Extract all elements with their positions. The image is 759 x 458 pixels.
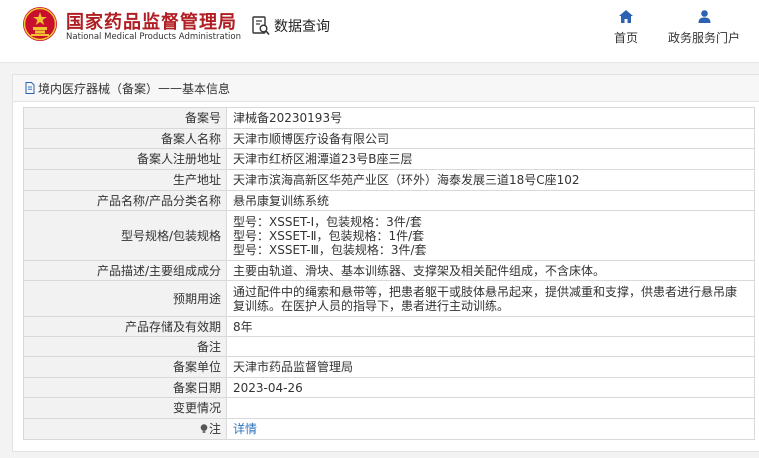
row-label: 备案日期 (23, 377, 227, 398)
model-spec-value: 型号：XSSET-Ⅰ，包装规格：3件/套 型号：XSSET-Ⅱ，包装规格：1件/… (226, 210, 755, 261)
row-label: 预期用途 (23, 280, 227, 317)
intended-use-value: 通过配件中的绳索和悬带等，把患者躯干或肢体悬吊起来，提供减重和支撑，供患者进行悬… (226, 280, 755, 317)
row-label: 备案人名称 (23, 128, 227, 149)
table-row: 变更情况 (23, 397, 755, 419)
row-label: 产品存储及有效期 (23, 316, 227, 337)
model-spec-line: 型号：XSSET-Ⅰ，包装规格：3件/套 (233, 214, 422, 229)
national-emblem-icon[interactable] (22, 6, 58, 42)
table-row: 生产地址 天津市滨海高新区华苑产业区（环外）海泰发展三道18号C座102 (23, 169, 755, 191)
row-label: 备案号 (23, 107, 227, 129)
row-label: 产品名称/产品分类名称 (23, 190, 227, 211)
table-row: 备案号 津械备20230193号 (23, 107, 755, 129)
row-label: 型号规格/包装规格 (23, 210, 227, 261)
row-label: 备注 (23, 336, 227, 357)
table-row: 备注 (23, 336, 755, 357)
changes-value (226, 397, 755, 419)
home-icon (619, 10, 633, 23)
registrant-name-value: 天津市顺博医疗设备有限公司 (226, 128, 755, 149)
table-row: 预期用途 通过配件中的绳索和悬带等，把患者躯干或肢体悬吊起来，提供减重和支撑，供… (23, 280, 755, 317)
table-row: 备案人注册地址 天津市红桥区湘潭道23号B座三层 (23, 148, 755, 170)
registrant-address-value: 天津市红桥区湘潭道23号B座三层 (226, 148, 755, 170)
brand-title-en[interactable]: National Medical Products Administration (66, 32, 241, 42)
table-row: 型号规格/包装规格 型号：XSSET-Ⅰ，包装规格：3件/套 型号：XSSET-… (23, 210, 755, 261)
table-row: 备案单位 天津市药品监督管理局 (23, 356, 755, 378)
user-icon (698, 10, 710, 23)
nav-gov-label: 政务服务门户 (667, 31, 740, 45)
record-date-value: 2023-04-26 (226, 377, 755, 398)
record-number-value: 津械备20230193号 (226, 107, 755, 129)
table-row: 注 详情 (23, 418, 755, 440)
table-row: 备案人名称 天津市顺博医疗设备有限公司 (23, 128, 755, 149)
document-search-icon (252, 16, 270, 36)
nav-gov-service-portal[interactable]: 政务服务门户 (664, 10, 744, 46)
site-header: 国家药品监督管理局 National Medical Products Admi… (0, 0, 759, 63)
description-value: 主要由轨道、滑块、基本训练器、支撑架及相关配件组成，不含床体。 (226, 260, 755, 281)
row-label: 备案人注册地址 (23, 148, 227, 170)
table-row: 备案日期 2023-04-26 (23, 377, 755, 398)
row-label: 产品描述/主要组成成分 (23, 260, 227, 281)
table-row: 产品描述/主要组成成分 主要由轨道、滑块、基本训练器、支撑架及相关配件组成，不含… (23, 260, 755, 281)
row-label: 注 (208, 422, 221, 436)
record-unit-value: 天津市药品监督管理局 (226, 356, 755, 378)
table-row: 产品存储及有效期 8年 (23, 316, 755, 337)
row-label: 生产地址 (23, 169, 227, 191)
note-value: 详情 (226, 418, 755, 440)
nav-home-label: 首页 (613, 31, 638, 45)
model-spec-line: 型号：XSSET-Ⅲ，包装规格：3件/套 (233, 242, 427, 257)
data-query-title: 数据查询 (252, 16, 330, 36)
storage-validity-value: 8年 (226, 316, 755, 337)
product-name-value: 悬吊康复训练系统 (226, 190, 755, 211)
lightbulb-icon (200, 424, 208, 433)
record-detail-card: 境内医疗器械（备案） —— 基本信息 备案号 津械备20230193号 备案人名… (12, 74, 759, 452)
record-info-table: 备案号 津械备20230193号 备案人名称 天津市顺博医疗设备有限公司 备案人… (23, 107, 755, 440)
brand-title-cn[interactable]: 国家药品监督管理局 (66, 8, 237, 34)
table-row: 产品名称/产品分类名称 悬吊康复训练系统 (23, 190, 755, 211)
production-address-value: 天津市滨海高新区华苑产业区（环外）海泰发展三道18号C座102 (226, 169, 755, 191)
nav-home[interactable]: 首页 (606, 10, 646, 46)
card-title-suffix: 基本信息 (182, 81, 231, 96)
document-icon (25, 82, 35, 94)
row-label: 变更情况 (23, 397, 227, 419)
remarks-value (226, 336, 755, 357)
note-label-cell: 注 (23, 418, 227, 440)
card-title-separator: —— (158, 81, 183, 95)
card-title-bar: 境内医疗器械（备案） —— 基本信息 (13, 75, 759, 102)
model-spec-line: 型号：XSSET-Ⅱ，包装规格：1件/套 (233, 228, 425, 243)
data-query-label: 数据查询 (274, 19, 330, 35)
card-title-prefix: 境内医疗器械（备案） (38, 81, 159, 96)
details-link[interactable]: 详情 (233, 422, 257, 436)
row-label: 备案单位 (23, 356, 227, 378)
